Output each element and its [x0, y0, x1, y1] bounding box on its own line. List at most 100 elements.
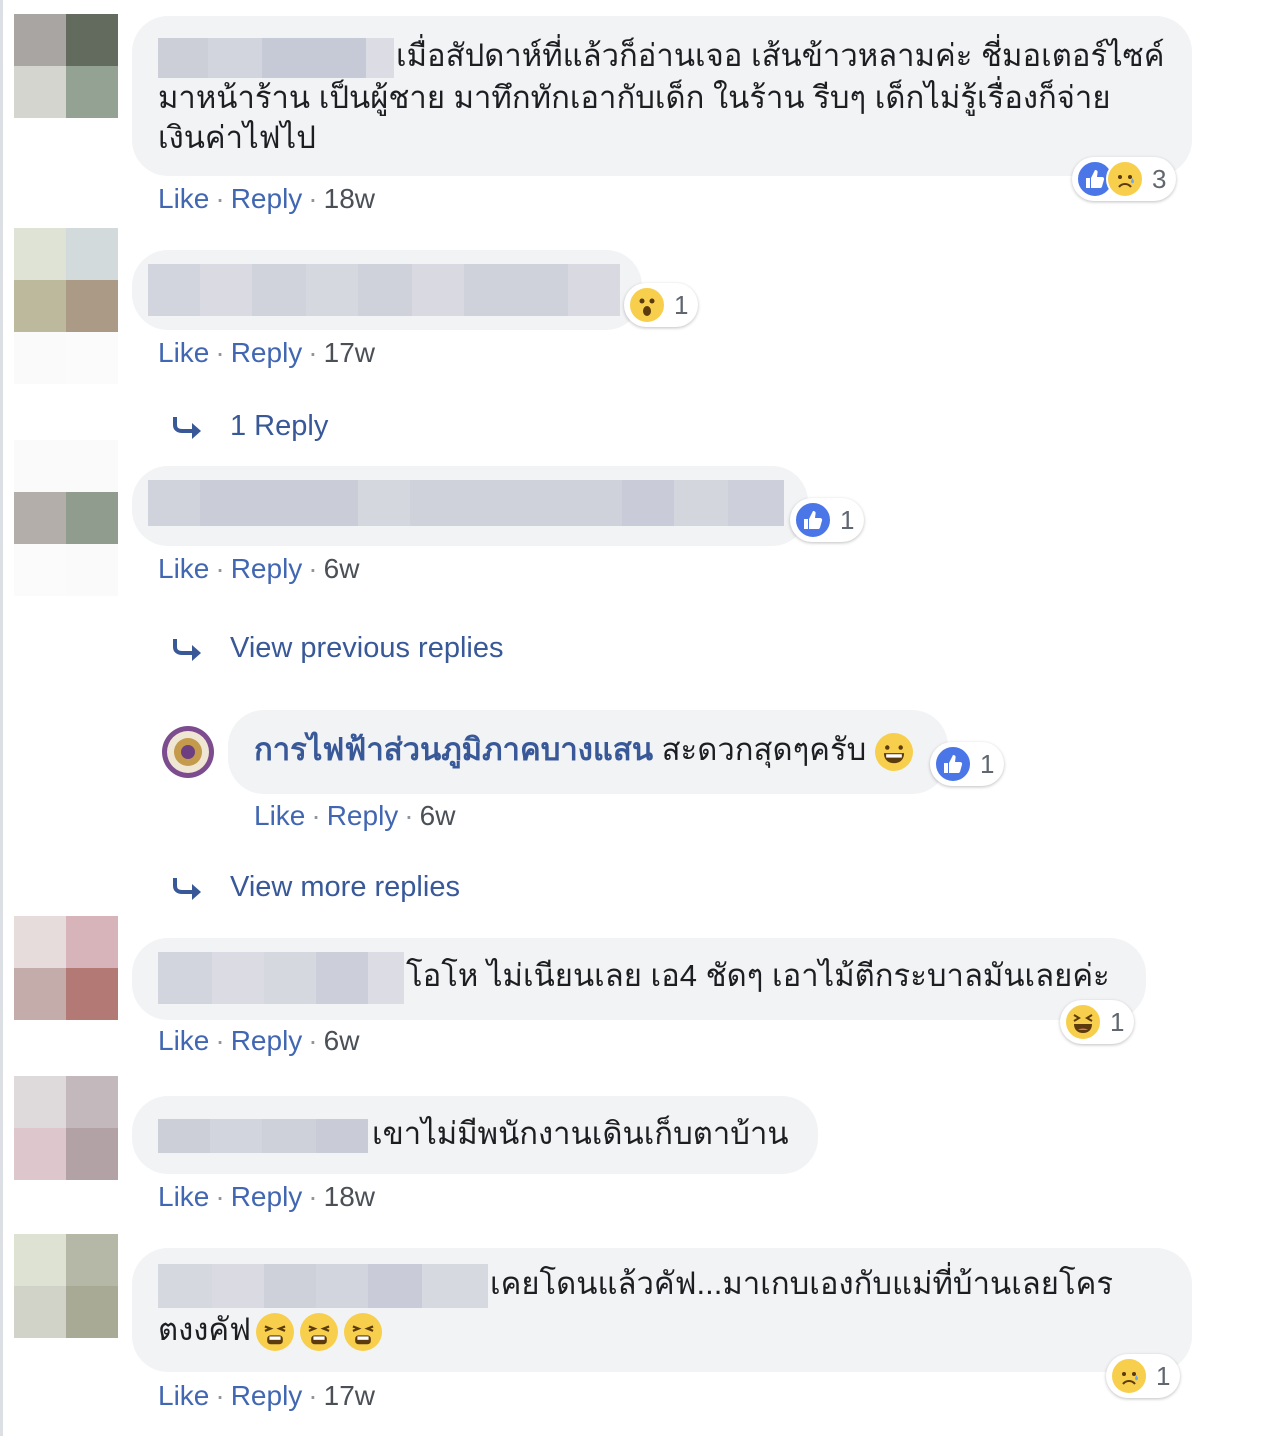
wow-icon	[628, 286, 666, 324]
comment-actions: Like · Reply · 17w	[158, 1380, 375, 1412]
reaction-count: 1	[1110, 1006, 1125, 1037]
sad-icon	[1106, 160, 1144, 198]
reply-link[interactable]: Reply	[231, 337, 303, 368]
timestamp[interactable]: 18w	[324, 183, 375, 214]
reply-link[interactable]: Reply	[231, 553, 303, 584]
avatar[interactable]	[14, 916, 118, 1020]
separator: ·	[215, 1181, 225, 1212]
separator: ·	[215, 1025, 225, 1056]
reaction-summary[interactable]: 1	[790, 498, 865, 542]
grin-emoji-icon	[874, 732, 913, 771]
view-replies-link[interactable]: 1 Reply	[172, 410, 328, 443]
comment-actions: Like · Reply · 18w	[158, 183, 375, 215]
comment-bubble	[132, 466, 808, 546]
comment-actions: Like · Reply · 6w	[158, 1025, 359, 1057]
reply-link[interactable]: Reply	[231, 1181, 303, 1212]
comment-actions: Like · Reply · 6w	[158, 553, 359, 585]
like-link[interactable]: Like	[158, 1181, 209, 1212]
reaction-summary[interactable]: 1	[1106, 1354, 1181, 1398]
separator: ·	[215, 183, 225, 214]
separator: ·	[311, 800, 321, 831]
comment-text-line: เงินค่าไฟไป	[158, 119, 316, 155]
comment-bubble: เขาไม่มีพนักงานเดินเก็บตาบ้าน	[132, 1096, 818, 1174]
timestamp[interactable]: 17w	[324, 337, 375, 368]
separator: ·	[308, 1025, 318, 1056]
reply-bubble: การไฟฟ้าส่วนภูมิภาคบางแสน สะดวกสุดๆครับ	[228, 710, 948, 794]
comment-text: โอโห ไม่เนียนเลย เอ4 ชัดๆ เอาไม้ตีกระบาล…	[406, 958, 1110, 994]
blurred-author-name[interactable]	[158, 1264, 488, 1308]
reaction-summary[interactable]: 1	[624, 283, 699, 327]
comment-text-line: มาหน้าร้าน เป็นผู้ชาย มาทึกทักเอากับเด็ก…	[158, 79, 1111, 115]
separator: ·	[215, 1380, 225, 1411]
tired-emoji-icon	[255, 1312, 294, 1351]
avatar[interactable]	[14, 228, 118, 332]
separator: ·	[308, 337, 318, 368]
timestamp[interactable]: 17w	[324, 1380, 375, 1411]
separator: ·	[308, 553, 318, 584]
reply-link[interactable]: Reply	[231, 1380, 303, 1411]
left-border	[0, 0, 3, 1436]
timestamp[interactable]: 6w	[324, 553, 360, 584]
sad-icon	[1110, 1357, 1148, 1395]
separator: ·	[308, 183, 318, 214]
reaction-summary[interactable]: 1	[930, 742, 1005, 786]
reaction-count: 1	[674, 289, 689, 320]
separator: ·	[308, 1380, 318, 1411]
comment-bubble: เมื่อสัปดาห์ที่แล้วก็อ่านเจอ เส้นข้าวหลา…	[132, 16, 1192, 176]
blurred-comment-content[interactable]	[148, 264, 620, 316]
reply-arrow-icon	[173, 417, 201, 440]
page-avatar[interactable]	[162, 726, 214, 778]
separator: ·	[308, 1181, 318, 1212]
haha-icon	[1064, 1003, 1102, 1041]
tired-emoji-icon	[299, 1312, 338, 1351]
reaction-count: 1	[1156, 1360, 1171, 1391]
comment-text-line: เมื่อสัปดาห์ที่แล้วก็อ่านเจอ เส้นข้าวหลา…	[396, 38, 1165, 73]
separator: ·	[404, 800, 414, 831]
timestamp[interactable]: 6w	[420, 800, 456, 831]
reaction-count: 1	[840, 504, 855, 535]
blurred-author-name[interactable]	[158, 1118, 368, 1153]
reply-author-link[interactable]: การไฟฟ้าส่วนภูมิภาคบางแสน	[254, 732, 653, 767]
like-link[interactable]: Like	[158, 553, 209, 584]
timestamp[interactable]: 18w	[324, 1181, 375, 1212]
like-icon	[794, 501, 832, 539]
like-link[interactable]: Like	[254, 800, 305, 831]
view-previous-label: View previous replies	[230, 632, 504, 664]
tired-emoji-icon	[343, 1312, 382, 1351]
reaction-count: 3	[1152, 163, 1167, 194]
like-link[interactable]: Like	[158, 1380, 209, 1411]
view-more-replies-link[interactable]: View more replies	[172, 871, 460, 904]
reaction-count: 1	[980, 748, 995, 779]
like-icon	[934, 745, 972, 783]
view-previous-replies-link[interactable]: View previous replies	[172, 632, 504, 665]
comment-bubble: เคยโดนแล้วคัฟ...มาเกบเองกับแม่ที่บ้านเลย…	[132, 1248, 1192, 1372]
like-link[interactable]: Like	[158, 1025, 209, 1056]
view-more-label: View more replies	[230, 871, 460, 903]
separator: ·	[215, 337, 225, 368]
reply-link[interactable]: Reply	[231, 183, 303, 214]
timestamp[interactable]: 6w	[324, 1025, 360, 1056]
reply-text: สะดวกสุดๆครับ	[661, 732, 867, 767]
reaction-summary[interactable]: 3	[1072, 157, 1177, 201]
avatar[interactable]	[14, 440, 118, 544]
avatar[interactable]	[14, 14, 118, 118]
reply-link[interactable]: Reply	[231, 1025, 303, 1056]
comment-bubble	[132, 250, 642, 330]
reaction-summary[interactable]: 1	[1060, 1000, 1135, 1044]
replies-count-label: 1 Reply	[230, 410, 329, 442]
reply-arrow-icon	[173, 878, 201, 901]
reply-actions: Like · Reply · 6w	[254, 800, 455, 832]
blurred-comment-content[interactable]	[148, 480, 784, 526]
blurred-author-name[interactable]	[158, 952, 404, 1004]
like-link[interactable]: Like	[158, 337, 209, 368]
separator: ·	[215, 553, 225, 584]
reply-arrow-icon	[173, 639, 201, 662]
reply-link[interactable]: Reply	[327, 800, 399, 831]
avatar[interactable]	[14, 1234, 118, 1338]
comment-bubble: โอโห ไม่เนียนเลย เอ4 ชัดๆ เอาไม้ตีกระบาล…	[132, 938, 1146, 1020]
blurred-author-name[interactable]	[158, 37, 394, 78]
avatar[interactable]	[14, 1076, 118, 1180]
like-link[interactable]: Like	[158, 183, 209, 214]
avatar-shadow	[14, 544, 118, 596]
comment-actions: Like · Reply · 18w	[158, 1181, 375, 1213]
